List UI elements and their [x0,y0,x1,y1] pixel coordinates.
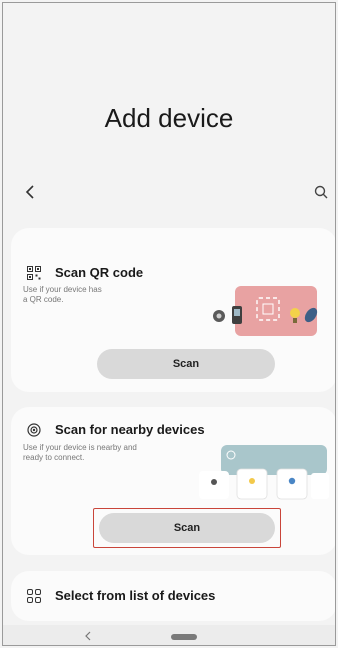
nav-back-icon[interactable] [83,629,95,643]
card-description: Use if your device is nearby and ready t… [23,443,137,462]
nav-home-button[interactable] [171,634,197,640]
chevron-left-icon [25,185,34,199]
card-title: Scan QR code [55,265,144,280]
system-nav-bar [3,625,335,645]
scan-qr-card: Scan QR code Use if your device has a QR… [11,228,335,392]
top-bar [3,181,335,203]
highlight-box [93,508,281,548]
grid-list-icon [27,589,41,603]
scan-nearby-card: Scan for nearby devices Use if your devi… [11,407,335,555]
card-title: Scan for nearby devices [55,422,205,437]
nearby-devices-illustration [199,445,329,500]
page-title: Add device [104,103,234,133]
screen: Add device Scan QR code Use if your devi… [2,2,336,646]
card-title: Select from list of devices [55,588,216,603]
nearby-scan-icon [27,423,41,437]
search-button[interactable] [311,181,331,203]
scan-qr-button[interactable]: Scan [97,349,275,379]
select-from-list-card[interactable]: Select from list of devices [11,571,335,621]
back-button[interactable] [21,181,41,203]
search-icon [314,185,328,199]
qr-code-icon [27,266,41,280]
devices-qr-illustration [213,286,318,336]
card-description: Use if your device has a QR code. [23,285,102,304]
